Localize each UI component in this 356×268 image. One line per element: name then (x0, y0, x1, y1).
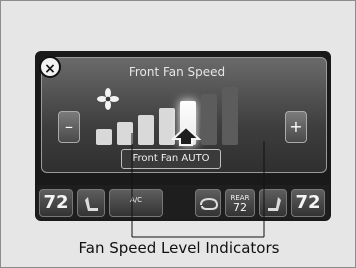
driver-temp[interactable]: 72 (39, 189, 73, 217)
fan-speed-decrease-button[interactable]: – (58, 111, 80, 143)
driver-seat-heat-button[interactable] (77, 189, 105, 217)
caption-leader-lines (131, 133, 265, 238)
figure-caption: Fan Speed Level Indicators (78, 239, 280, 257)
passenger-temp[interactable]: 72 (291, 189, 325, 217)
fan-speed-level-1[interactable] (96, 129, 112, 145)
fan-speed-increase-button[interactable]: + (285, 111, 307, 143)
panel-title: Front Fan Speed (128, 65, 226, 79)
close-icon[interactable]: × (39, 56, 61, 78)
illustration-frame: × Front Fan Speed – + Front Fan AUTO 72 … (0, 0, 356, 268)
seat-icon (85, 197, 98, 211)
